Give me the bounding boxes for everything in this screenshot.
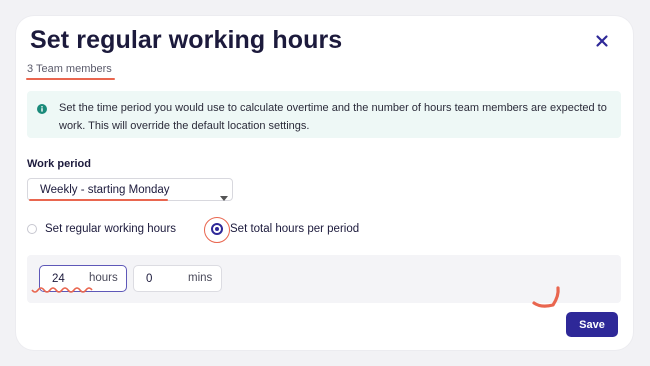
radio-regular-hours[interactable]: Set regular working hours <box>27 221 197 239</box>
subtitle-underline-annotation <box>26 78 115 80</box>
mins-unit: mins <box>188 272 213 284</box>
mins-value: 0 <box>146 273 153 285</box>
work-period-select[interactable]: Weekly - starting Monday <box>27 178 233 201</box>
radio-total-hours[interactable]: Set total hours per period <box>211 221 381 239</box>
radio-total-hours-label: Set total hours per period <box>230 223 360 235</box>
work-period-label: Work period <box>27 158 91 170</box>
squiggle-annotation <box>31 287 93 293</box>
save-button[interactable]: Save <box>566 312 618 337</box>
info-icon <box>37 101 47 114</box>
working-hours-dialog: Set regular working hours 3 Team members… <box>16 16 633 350</box>
info-text: Set the time period you would use to cal… <box>59 102 607 132</box>
info-banner: Set the time period you would use to cal… <box>27 91 621 138</box>
mins-input[interactable]: 0 mins <box>133 265 222 292</box>
select-underline-annotation <box>29 199 168 201</box>
hours-unit: hours <box>89 272 118 284</box>
dialog-title: Set regular working hours <box>30 26 343 54</box>
checkmark-annotation <box>532 286 560 308</box>
radio-circle-annotation <box>204 217 230 243</box>
work-period-value: Weekly - starting Monday <box>40 184 170 196</box>
radio-regular-hours-label: Set regular working hours <box>45 223 177 235</box>
close-icon[interactable] <box>594 33 610 49</box>
radio-unchecked-icon <box>27 224 37 234</box>
team-members-count: 3 Team members <box>27 63 112 75</box>
hours-value: 24 <box>52 273 65 285</box>
chevron-down-icon <box>220 188 228 201</box>
